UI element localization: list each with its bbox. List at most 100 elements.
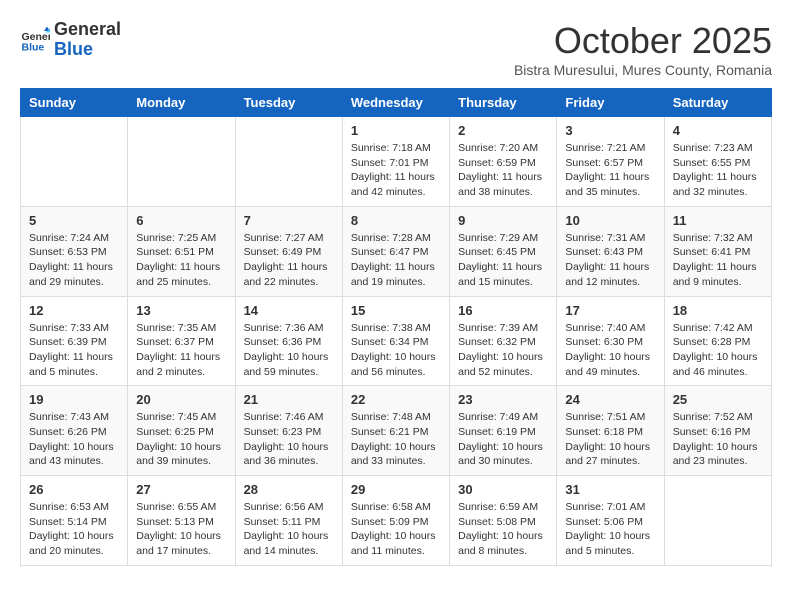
calendar-cell: 19Sunrise: 7:43 AM Sunset: 6:26 PM Dayli… <box>21 386 128 476</box>
calendar-week-2: 5Sunrise: 7:24 AM Sunset: 6:53 PM Daylig… <box>21 206 772 296</box>
calendar-cell: 26 Sunrise: 6:53 AM Sunset: 5:14 PM Dayli… <box>21 476 128 566</box>
calendar-cell: 21 Sunrise: 7:46 AM Sunset: 6:23 PM Dayli… <box>235 386 342 476</box>
calendar-cell: 31Sunrise: 7:01 AM Sunset: 5:06 PM Dayli… <box>557 476 664 566</box>
calendar-cell: 18 Sunrise: 7:42 AM Sunset: 6:28 PM Dayli… <box>664 296 771 386</box>
calendar-header-row: SundayMondayTuesdayWednesdayThursdayFrid… <box>21 89 772 117</box>
day-number: 29 <box>351 482 441 497</box>
calendar-cell: 17 Sunrise: 7:40 AM Sunset: 6:30 PM Dayli… <box>557 296 664 386</box>
day-number: 8 <box>351 213 441 228</box>
day-number: 13 <box>136 303 226 318</box>
calendar-cell: 30Sunrise: 6:59 AM Sunset: 5:08 PM Dayli… <box>450 476 557 566</box>
day-number: 10 <box>565 213 655 228</box>
day-info: Sunrise: 7:49 AM Sunset: 6:19 PM Dayligh… <box>458 410 548 469</box>
day-info: Sunrise: 7:36 AM Sunset: 6:36 PM Dayligh… <box>244 321 334 380</box>
day-info: Sunrise: 7:42 AM Sunset: 6:28 PM Dayligh… <box>673 321 763 380</box>
calendar-cell <box>128 117 235 207</box>
day-info: Sunrise: 7:45 AM Sunset: 6:25 PM Dayligh… <box>136 410 226 469</box>
calendar-cell: 13Sunrise: 7:35 AM Sunset: 6:37 PM Dayli… <box>128 296 235 386</box>
calendar-week-3: 12Sunrise: 7:33 AM Sunset: 6:39 PM Dayli… <box>21 296 772 386</box>
day-number: 7 <box>244 213 334 228</box>
day-number: 18 <box>673 303 763 318</box>
day-info: Sunrise: 7:21 AM Sunset: 6:57 PM Dayligh… <box>565 141 655 200</box>
day-number: 25 <box>673 392 763 407</box>
calendar-cell: 15 Sunrise: 7:38 AM Sunset: 6:34 PM Dayli… <box>342 296 449 386</box>
day-number: 23 <box>458 392 548 407</box>
calendar-table: SundayMondayTuesdayWednesdayThursdayFrid… <box>20 88 772 566</box>
calendar-cell <box>21 117 128 207</box>
calendar-cell: 4 Sunrise: 7:23 AM Sunset: 6:55 PM Daylig… <box>664 117 771 207</box>
day-number: 3 <box>565 123 655 138</box>
calendar-cell: 29 Sunrise: 6:58 AM Sunset: 5:09 PM Dayli… <box>342 476 449 566</box>
calendar-cell: 5Sunrise: 7:24 AM Sunset: 6:53 PM Daylig… <box>21 206 128 296</box>
day-number: 22 <box>351 392 441 407</box>
day-info: Sunrise: 7:24 AM Sunset: 6:53 PM Dayligh… <box>29 231 119 290</box>
day-info: Sunrise: 7:20 AM Sunset: 6:59 PM Dayligh… <box>458 141 548 200</box>
logo-blue-text: Blue <box>54 39 93 59</box>
calendar-cell: 20Sunrise: 7:45 AM Sunset: 6:25 PM Dayli… <box>128 386 235 476</box>
day-number: 26 <box>29 482 119 497</box>
day-info: Sunrise: 7:43 AM Sunset: 6:26 PM Dayligh… <box>29 410 119 469</box>
calendar-cell: 22 Sunrise: 7:48 AM Sunset: 6:21 PM Dayli… <box>342 386 449 476</box>
svg-text:Blue: Blue <box>22 41 45 53</box>
day-header-friday: Friday <box>557 89 664 117</box>
calendar-cell: 11Sunrise: 7:32 AM Sunset: 6:41 PM Dayli… <box>664 206 771 296</box>
day-number: 6 <box>136 213 226 228</box>
day-header-thursday: Thursday <box>450 89 557 117</box>
day-number: 21 <box>244 392 334 407</box>
day-info: Sunrise: 7:40 AM Sunset: 6:30 PM Dayligh… <box>565 321 655 380</box>
logo-general-text: General <box>54 19 121 39</box>
day-info: Sunrise: 7:33 AM Sunset: 6:39 PM Dayligh… <box>29 321 119 380</box>
location-subtitle: Bistra Muresului, Mures County, Romania <box>514 62 772 78</box>
day-info: Sunrise: 7:25 AM Sunset: 6:51 PM Dayligh… <box>136 231 226 290</box>
day-header-tuesday: Tuesday <box>235 89 342 117</box>
day-info: Sunrise: 7:48 AM Sunset: 6:21 PM Dayligh… <box>351 410 441 469</box>
calendar-week-1: 1 Sunrise: 7:18 AM Sunset: 7:01 PM Daylig… <box>21 117 772 207</box>
calendar-week-5: 26 Sunrise: 6:53 AM Sunset: 5:14 PM Dayli… <box>21 476 772 566</box>
day-number: 30 <box>458 482 548 497</box>
day-info: Sunrise: 6:53 AM Sunset: 5:14 PM Dayligh… <box>29 500 119 559</box>
day-header-saturday: Saturday <box>664 89 771 117</box>
calendar-cell: 7 Sunrise: 7:27 AM Sunset: 6:49 PM Daylig… <box>235 206 342 296</box>
logo: General Blue General Blue <box>20 20 121 60</box>
day-info: Sunrise: 7:46 AM Sunset: 6:23 PM Dayligh… <box>244 410 334 469</box>
day-info: Sunrise: 7:51 AM Sunset: 6:18 PM Dayligh… <box>565 410 655 469</box>
calendar-cell: 16 Sunrise: 7:39 AM Sunset: 6:32 PM Dayli… <box>450 296 557 386</box>
day-number: 15 <box>351 303 441 318</box>
calendar-cell: 3 Sunrise: 7:21 AM Sunset: 6:57 PM Daylig… <box>557 117 664 207</box>
day-info: Sunrise: 7:31 AM Sunset: 6:43 PM Dayligh… <box>565 231 655 290</box>
calendar-cell <box>664 476 771 566</box>
calendar-cell: 1 Sunrise: 7:18 AM Sunset: 7:01 PM Daylig… <box>342 117 449 207</box>
month-title: October 2025 <box>514 20 772 62</box>
calendar-cell: 24 Sunrise: 7:51 AM Sunset: 6:18 PM Dayli… <box>557 386 664 476</box>
day-info: Sunrise: 7:39 AM Sunset: 6:32 PM Dayligh… <box>458 321 548 380</box>
day-info: Sunrise: 7:28 AM Sunset: 6:47 PM Dayligh… <box>351 231 441 290</box>
title-section: October 2025 Bistra Muresului, Mures Cou… <box>514 20 772 78</box>
day-number: 16 <box>458 303 548 318</box>
calendar-cell: 6 Sunrise: 7:25 AM Sunset: 6:51 PM Daylig… <box>128 206 235 296</box>
day-info: Sunrise: 6:56 AM Sunset: 5:11 PM Dayligh… <box>244 500 334 559</box>
day-number: 11 <box>673 213 763 228</box>
day-number: 4 <box>673 123 763 138</box>
day-info: Sunrise: 7:23 AM Sunset: 6:55 PM Dayligh… <box>673 141 763 200</box>
day-info: Sunrise: 6:58 AM Sunset: 5:09 PM Dayligh… <box>351 500 441 559</box>
calendar-cell: 10 Sunrise: 7:31 AM Sunset: 6:43 PM Dayli… <box>557 206 664 296</box>
day-header-monday: Monday <box>128 89 235 117</box>
day-number: 17 <box>565 303 655 318</box>
day-number: 2 <box>458 123 548 138</box>
calendar-cell: 12Sunrise: 7:33 AM Sunset: 6:39 PM Dayli… <box>21 296 128 386</box>
calendar-cell <box>235 117 342 207</box>
calendar-cell: 28Sunrise: 6:56 AM Sunset: 5:11 PM Dayli… <box>235 476 342 566</box>
day-info: Sunrise: 7:27 AM Sunset: 6:49 PM Dayligh… <box>244 231 334 290</box>
day-info: Sunrise: 7:38 AM Sunset: 6:34 PM Dayligh… <box>351 321 441 380</box>
calendar-cell: 14Sunrise: 7:36 AM Sunset: 6:36 PM Dayli… <box>235 296 342 386</box>
day-info: Sunrise: 7:01 AM Sunset: 5:06 PM Dayligh… <box>565 500 655 559</box>
logo-icon: General Blue <box>20 25 50 55</box>
day-number: 1 <box>351 123 441 138</box>
day-header-wednesday: Wednesday <box>342 89 449 117</box>
day-header-sunday: Sunday <box>21 89 128 117</box>
day-number: 24 <box>565 392 655 407</box>
day-info: Sunrise: 7:18 AM Sunset: 7:01 PM Dayligh… <box>351 141 441 200</box>
day-info: Sunrise: 7:29 AM Sunset: 6:45 PM Dayligh… <box>458 231 548 290</box>
page-header: General Blue General Blue October 2025 B… <box>20 20 772 78</box>
day-number: 9 <box>458 213 548 228</box>
